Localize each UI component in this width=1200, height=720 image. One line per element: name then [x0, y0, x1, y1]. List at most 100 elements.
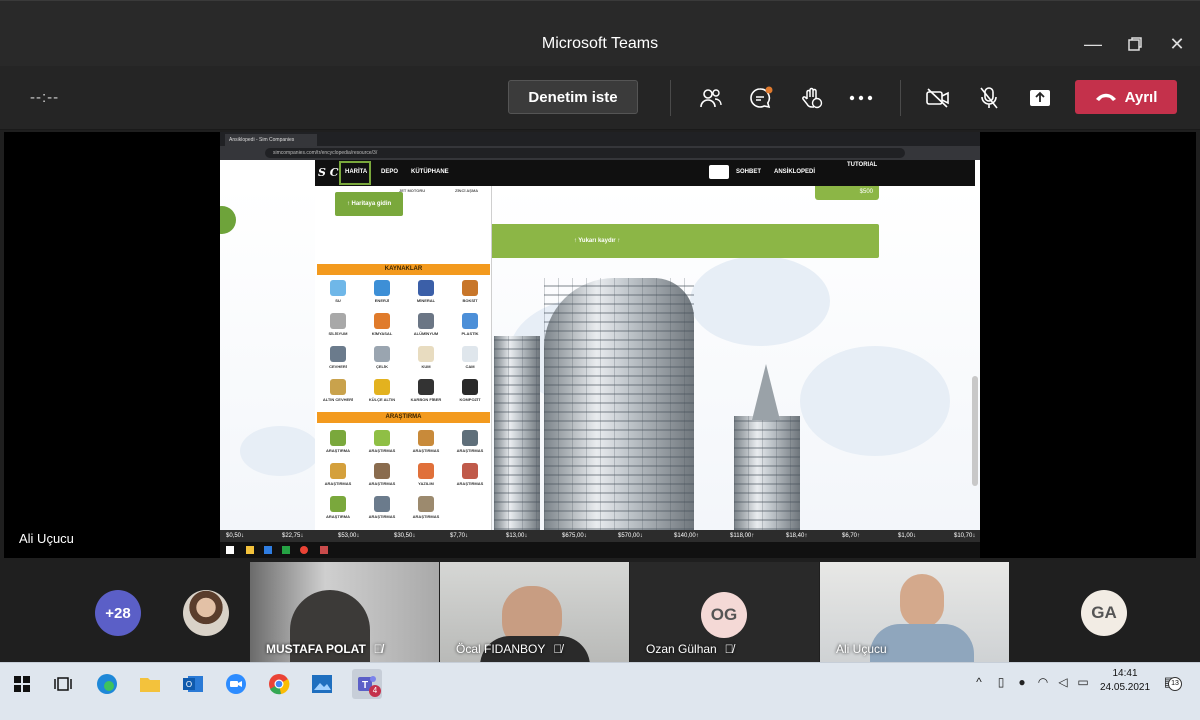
resource-item[interactable]: ALTIN CEVHERİ [319, 379, 357, 402]
participant-tile[interactable]: OG Ozan Gülhan 🎙̸ [630, 562, 819, 662]
resource-item[interactable]: ENERJİ [363, 280, 401, 303]
request-control-button[interactable]: Denetim iste [508, 80, 638, 114]
search-icon[interactable] [709, 165, 729, 179]
share-screen-icon[interactable] [1025, 83, 1055, 113]
leave-button[interactable]: Ayrıl [1075, 80, 1177, 114]
research-label: ARAŞTIRMA [326, 448, 350, 453]
start-icon [226, 546, 234, 554]
research-label: ARAŞTIRMAS [456, 448, 484, 453]
device-icon[interactable]: ▯ [994, 675, 1008, 689]
participant-tile[interactable]: Öcal FIDANBOY 🎙̸ [440, 562, 629, 662]
go-to-map-button[interactable]: ↑ Haritaya gidin [335, 192, 403, 216]
research-icon [462, 463, 478, 479]
more-participants-button[interactable]: +28 [95, 590, 141, 636]
maximize-icon[interactable] [1120, 31, 1150, 57]
window-title: Microsoft Teams [541, 35, 659, 52]
research-label: ARAŞTIRMAS [412, 448, 440, 453]
participant-tile[interactable]: Ali Uçucu [820, 562, 1009, 662]
wifi-icon[interactable]: ◠ [1036, 675, 1050, 689]
task-view-icon[interactable] [50, 671, 76, 697]
windows-start-icon[interactable] [9, 671, 35, 697]
battery-icon[interactable]: ▭ [1076, 675, 1090, 689]
participant-video [900, 574, 944, 628]
resource-item[interactable]: MİNERAL [407, 280, 445, 303]
resource-item[interactable]: CAM [451, 346, 489, 369]
research-item[interactable]: ARAŞTIRMAS [451, 463, 489, 486]
resource-item[interactable]: KOMPOZİT [451, 379, 489, 402]
research-label: ARAŞTIRMAS [412, 514, 440, 519]
minimize-icon[interactable]: — [1078, 31, 1108, 57]
participants-strip: +28 MUSTAFA POLAT 🎙̸ Öcal FIDANBOY 🎙̸ OG O… [0, 560, 1200, 662]
chrome-icon[interactable] [266, 671, 292, 697]
participant-tile[interactable]: MUSTAFA POLAT 🎙̸ [250, 562, 439, 662]
resource-icon [462, 379, 478, 395]
more-options-icon[interactable] [846, 83, 876, 113]
resource-item[interactable]: ÇELİK [363, 346, 401, 369]
resource-label: BOKSİT [462, 298, 478, 303]
ticker-price: $675,00↓ [562, 533, 587, 539]
resource-item[interactable]: KİMYASAL [363, 313, 401, 336]
scrollbar[interactable] [972, 376, 978, 486]
nav-map[interactable]: HARİTA [345, 169, 367, 175]
title-bar: Microsoft Teams — ✕ [0, 0, 1200, 66]
nav-warehouse[interactable]: DEPO [381, 169, 398, 175]
price-button[interactable]: $500 [815, 186, 879, 200]
research-item[interactable]: ARAŞTIRMAS [407, 496, 445, 519]
resource-item[interactable]: KUM [407, 346, 445, 369]
resource-label: KOMPOZİT [459, 397, 481, 402]
participant-avatar[interactable] [183, 590, 229, 636]
research-item[interactable]: ARAŞTIRMAS [407, 430, 445, 453]
edge-icon[interactable] [94, 671, 120, 697]
research-item[interactable]: ARAŞTIRMAS [363, 496, 401, 519]
nav-chat[interactable]: SOHBET [736, 169, 761, 175]
microphone-icon[interactable]: ● [1015, 675, 1029, 689]
ticker-price: $1,00↓ [898, 533, 917, 539]
resource-item[interactable]: KÜLÇE ALTIN [363, 379, 401, 402]
participant-name: MUSTAFA POLAT [266, 642, 366, 656]
cloud [690, 256, 830, 346]
meeting-timer: --:-- [30, 89, 60, 106]
resource-label: SİLİSYUM [328, 331, 348, 336]
chat-icon[interactable] [746, 83, 776, 113]
participants-icon[interactable] [696, 83, 726, 113]
resource-item[interactable]: KARBON FİBER [407, 379, 445, 402]
participant-name: Öcal FIDANBOY [456, 642, 546, 656]
file-explorer-icon[interactable] [137, 671, 163, 697]
resource-item[interactable]: SU [319, 280, 357, 303]
resource-item[interactable]: CEVHERİ [319, 346, 357, 369]
research-item[interactable]: ARAŞTIRMAS [319, 463, 357, 486]
research-item[interactable]: ARAŞTIRMAS [451, 430, 489, 453]
chevron-up-icon[interactable]: ^ [972, 675, 986, 689]
research-item[interactable]: ARAŞTIRMA [319, 430, 357, 453]
participant-initials[interactable]: GA [1081, 590, 1127, 636]
research-label: ARAŞTIRMA [326, 514, 350, 519]
zoom-icon[interactable] [223, 671, 249, 697]
nav-tutorial[interactable]: TUTORIAL [847, 162, 877, 168]
resource-icon [330, 346, 346, 362]
resource-label: ÇELİK [376, 364, 388, 369]
cloud [800, 346, 950, 456]
research-item[interactable]: ARAŞTIRMAS [363, 430, 401, 453]
camera-off-icon[interactable] [923, 83, 953, 113]
volume-icon[interactable]: ◁ [1056, 675, 1070, 689]
raise-hand-icon[interactable] [797, 83, 827, 113]
windows-taskbar: O T 4 ^ ▯ ● ◠ ◁ ▭ 14:41 24.05.2021 ▤ 13 [0, 662, 1200, 720]
research-item[interactable]: ARAŞTIRMAS [363, 463, 401, 486]
photos-icon[interactable] [309, 671, 335, 697]
research-item[interactable]: ARAŞTIRMA [319, 496, 357, 519]
system-clock[interactable]: 14:41 24.05.2021 [1100, 667, 1150, 695]
research-item[interactable]: YAZILIM [407, 463, 445, 486]
close-icon[interactable]: ✕ [1162, 31, 1192, 57]
resource-item[interactable]: PLASTİK [451, 313, 489, 336]
outlook-icon[interactable]: O [180, 671, 206, 697]
resource-item[interactable]: SİLİSYUM [319, 313, 357, 336]
nav-encyclopedia[interactable]: ANSİKLOPEDİ [774, 169, 815, 175]
nav-library[interactable]: KÜTÜPHANE [411, 169, 449, 175]
app-icon [320, 546, 328, 554]
teams-icon[interactable]: T 4 [352, 669, 382, 699]
browser-tab: Ansiklopedi - Sim Companies [225, 134, 317, 146]
resource-item[interactable]: ALÜMİNYUM [407, 313, 445, 336]
mic-off-icon[interactable] [974, 83, 1004, 113]
resource-item[interactable]: BOKSİT [451, 280, 489, 303]
research-icon [374, 496, 390, 512]
